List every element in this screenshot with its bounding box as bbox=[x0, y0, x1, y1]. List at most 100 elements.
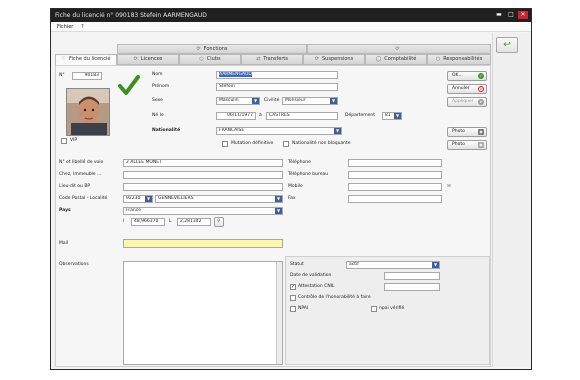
latitude-label: l bbox=[123, 219, 125, 224]
tab-suspensions[interactable]: ⟳ Suspensions bbox=[303, 54, 365, 65]
ok-button[interactable]: OK... ✓ bbox=[447, 71, 487, 81]
npai-checkbox[interactable] bbox=[290, 306, 296, 312]
observations-field[interactable] bbox=[123, 261, 283, 365]
nom-field[interactable]: AARMENGAUD bbox=[216, 71, 338, 79]
photo-button-1[interactable]: Photo ◉ bbox=[447, 127, 487, 137]
sexe-select[interactable]: Masculin ▼ bbox=[216, 97, 260, 105]
tab-row: ♡ Fiche du licencié ⟳ Licences ○ Clubs ⇄ Tra… bbox=[51, 54, 531, 66]
cp-value: 92230 bbox=[126, 196, 141, 201]
vip-label: VIP bbox=[70, 138, 78, 143]
right-sidebar bbox=[492, 33, 531, 367]
a-label: à bbox=[259, 113, 262, 118]
validated-check-icon bbox=[118, 75, 140, 95]
tab-licences[interactable]: ⟳ Licences bbox=[117, 54, 179, 65]
ok-label: OK... bbox=[452, 73, 463, 78]
annuler-button[interactable]: Annuler ⊘ bbox=[447, 84, 487, 94]
tab-fonctions[interactable]: ⟳ Fonctions bbox=[117, 44, 307, 54]
photo-button-2[interactable]: Photo ◉ bbox=[447, 140, 487, 150]
date-validation-field[interactable] bbox=[384, 272, 440, 280]
observations-scrollbar[interactable] bbox=[276, 262, 282, 364]
mail-field[interactable] bbox=[123, 239, 283, 248]
controle-label: Contrôle de l'honorabilité à faire bbox=[298, 295, 371, 300]
responsibility-icon: ○ bbox=[435, 56, 441, 62]
voie-field[interactable]: 2 ALLEE MONET bbox=[123, 159, 283, 167]
cp-select[interactable]: 92230 ▼ bbox=[123, 195, 153, 203]
apply-icon: ➤ bbox=[478, 99, 484, 105]
nom-value: AARMENGAUD bbox=[219, 72, 252, 77]
menu-help[interactable]: ? bbox=[81, 24, 84, 30]
controle-checkbox[interactable] bbox=[290, 295, 296, 301]
nonbloquante-checkbox[interactable] bbox=[283, 141, 289, 147]
tab-transferts[interactable]: ⇄ Transferts bbox=[241, 54, 303, 65]
status-box: Statut actif ▼ Date de validation ✓ Attes… bbox=[285, 256, 490, 365]
nationalite-label: Nationalité bbox=[152, 128, 181, 133]
mobile-field[interactable] bbox=[348, 183, 442, 191]
chevron-down-icon: ▼ bbox=[252, 98, 259, 104]
attestation-label: Attestation CNIL bbox=[298, 284, 335, 289]
telb-label: Téléphone bureau bbox=[288, 172, 329, 177]
minimize-icon[interactable]: ▬ bbox=[494, 11, 504, 19]
pays-value: France bbox=[126, 208, 141, 213]
longitude-label: L bbox=[169, 219, 172, 224]
pays-select[interactable]: France ▼ bbox=[123, 207, 283, 215]
numero-field[interactable]: 90183 bbox=[72, 72, 102, 80]
tab-unnamed[interactable]: ⟳ bbox=[307, 44, 491, 54]
statut-select[interactable]: actif ▼ bbox=[346, 261, 440, 269]
licencie-window: Fiche du licencié n° 090183 Stefein AARM… bbox=[50, 8, 532, 370]
civilite-value: Monsieur bbox=[285, 98, 306, 103]
fax-field[interactable] bbox=[348, 195, 442, 203]
localite-select[interactable]: GENNEVILLIERS ▼ bbox=[155, 195, 283, 203]
ne-le-label: Né le bbox=[152, 113, 164, 118]
longitude-field[interactable]: 2,281342 bbox=[177, 218, 211, 226]
date-naissance-field[interactable]: 06/11/1977 bbox=[216, 112, 256, 120]
chevron-down-icon: ▼ bbox=[394, 113, 401, 119]
club-icon: ○ bbox=[199, 56, 204, 62]
mutation-checkbox[interactable] bbox=[222, 141, 228, 147]
tel-field[interactable] bbox=[348, 159, 442, 167]
prenom-label: Prénom bbox=[152, 84, 170, 89]
attestation-field[interactable] bbox=[384, 283, 440, 291]
sexe-value: Masculin bbox=[219, 98, 239, 103]
refresh-icon: ⟳ bbox=[196, 46, 201, 52]
tab-clubs[interactable]: ○ Clubs bbox=[179, 54, 241, 65]
nonbloquante-label: Nationalité non bloquante bbox=[292, 141, 351, 146]
close-icon[interactable]: ✕ bbox=[518, 11, 528, 19]
lieu-naissance-field[interactable]: CASTRES bbox=[266, 112, 338, 120]
nationalite-value: FRANCAISE bbox=[219, 128, 245, 133]
latitude-field[interactable]: 48,966370 bbox=[131, 218, 165, 226]
photo2-label: Photo bbox=[452, 142, 465, 147]
sms-icon[interactable]: ✉ bbox=[447, 184, 451, 190]
departement-select[interactable]: 81 ▼ bbox=[382, 112, 402, 120]
departement-label: Département bbox=[345, 113, 375, 118]
voie-label: N° et libellé de voie bbox=[59, 160, 104, 165]
mobile-label: Mobile bbox=[288, 184, 303, 189]
annuler-label: Annuler bbox=[452, 86, 470, 91]
maximize-icon[interactable]: □ bbox=[506, 11, 516, 19]
fiche-panel: N° 90183 VIP Nom AARMENGAUD Prénom Stefe… bbox=[55, 65, 491, 367]
cancel-icon: ⊘ bbox=[478, 86, 484, 92]
attestation-checkbox[interactable]: ✓ bbox=[290, 284, 296, 290]
lieudit-field[interactable] bbox=[123, 183, 283, 191]
chevron-down-icon: ▼ bbox=[145, 196, 152, 202]
camera-icon: ◉ bbox=[478, 129, 484, 135]
map-locate-button[interactable]: ⚲ bbox=[214, 217, 224, 227]
accounting-icon: ◯ bbox=[375, 56, 382, 62]
tab-comptabilite[interactable]: ◯ Comptabilité bbox=[365, 54, 427, 65]
prenom-field[interactable]: Stefein bbox=[216, 83, 338, 91]
lieudit-label: Lieu-dit ou BP bbox=[59, 184, 91, 189]
vip-checkbox[interactable] bbox=[61, 138, 67, 144]
mutation-label: Mutation définitive bbox=[231, 141, 274, 146]
camera-icon: ◉ bbox=[478, 142, 484, 148]
chez-field[interactable] bbox=[123, 171, 283, 179]
check-icon: ✓ bbox=[478, 73, 484, 79]
telb-field[interactable] bbox=[348, 171, 442, 179]
nationalite-select[interactable]: FRANCAISE ▼ bbox=[216, 127, 342, 135]
npai-verifie-checkbox[interactable] bbox=[371, 306, 377, 312]
tab-responsabilites[interactable]: ○ Responsabilités bbox=[427, 54, 491, 65]
pays-label: Pays bbox=[59, 208, 71, 213]
menu-fichier[interactable]: Fichier bbox=[57, 24, 73, 30]
back-arrow-icon[interactable]: ↩ bbox=[496, 37, 518, 53]
appliquer-button[interactable]: Appliquer ➤ bbox=[447, 97, 487, 107]
transfer-icon: ⇄ bbox=[256, 56, 261, 62]
civilite-select[interactable]: Monsieur ▼ bbox=[282, 97, 338, 105]
